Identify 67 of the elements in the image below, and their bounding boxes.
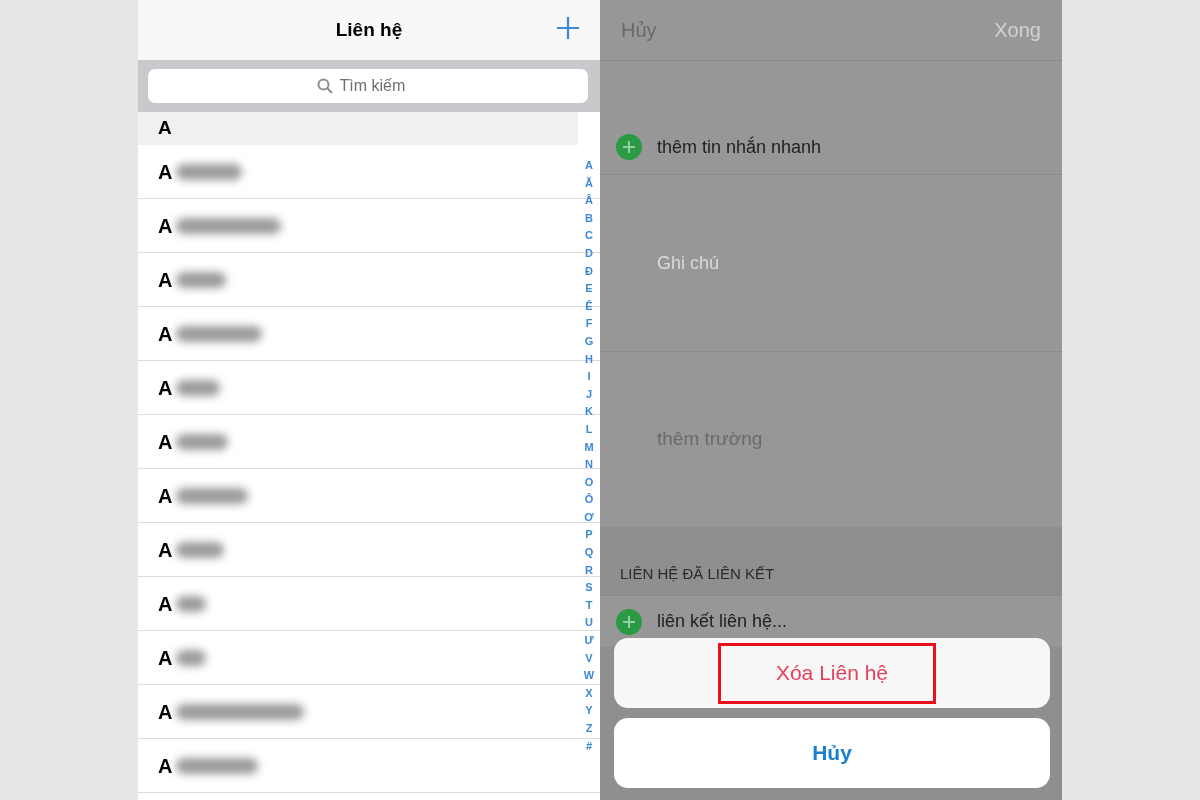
index-letter[interactable]: P <box>585 526 593 545</box>
delete-contact-button[interactable]: Xóa Liên hệ <box>775 657 889 689</box>
index-letter[interactable]: T <box>585 596 593 615</box>
index-letter[interactable]: Ê <box>585 297 593 316</box>
add-icon[interactable] <box>616 134 642 160</box>
contact-initial: A <box>158 645 173 671</box>
section-header: A <box>158 116 172 141</box>
index-letter[interactable]: Ơ <box>584 508 594 527</box>
search-icon <box>316 78 333 94</box>
notes-field[interactable]: Ghi chú <box>657 249 957 277</box>
add-quick-message[interactable]: thêm tin nhắn nhanh <box>657 133 822 161</box>
add-icon[interactable] <box>556 16 580 40</box>
index-letter[interactable]: Ă <box>585 174 593 193</box>
index-letter[interactable]: D <box>585 244 593 263</box>
contact-initial: A <box>158 591 173 617</box>
contact-initial: A <box>158 321 173 347</box>
contact-initial: A <box>158 429 173 455</box>
index-letter[interactable]: E <box>585 280 593 298</box>
index-letter[interactable]: G <box>584 332 594 351</box>
blurred-name <box>176 595 207 612</box>
index-letter[interactable]: J <box>585 385 593 404</box>
contact-initial: A <box>158 483 173 509</box>
index-letter[interactable]: N <box>585 456 593 474</box>
index-letter[interactable]: X <box>585 684 593 703</box>
index-letter[interactable]: A <box>585 157 593 175</box>
blurred-name <box>176 541 225 558</box>
contact-initial: A <box>158 537 173 563</box>
index-letter[interactable]: K <box>585 403 593 421</box>
screen-title: Liên hệ <box>335 17 403 42</box>
index-letter[interactable]: L <box>585 420 593 439</box>
blurred-name <box>176 649 207 666</box>
blurred-name <box>176 163 243 180</box>
done-button[interactable]: Xong <box>994 15 1041 45</box>
index-letter[interactable]: W <box>583 667 595 685</box>
index-letter[interactable]: Ô <box>584 491 594 509</box>
add-icon[interactable] <box>616 608 642 635</box>
index-letter[interactable]: R <box>585 561 593 580</box>
index-letter[interactable]: O <box>584 473 594 492</box>
index-letter[interactable]: U <box>585 614 593 633</box>
cancel-button[interactable]: Hủy <box>614 718 1050 788</box>
blurred-name <box>176 271 227 288</box>
index-letter[interactable]: # <box>585 737 593 756</box>
contact-initial: A <box>158 753 173 779</box>
index-letter[interactable]: H <box>585 350 593 369</box>
index-letter[interactable]: V <box>585 649 593 668</box>
link-contact[interactable]: liên kết liên hệ... <box>657 608 788 635</box>
index-letter[interactable]: F <box>585 315 593 333</box>
index-letter[interactable]: Y <box>585 702 593 720</box>
index-letter[interactable]: Z <box>585 720 593 738</box>
index-letter[interactable]: Ư <box>584 632 594 650</box>
blurred-name <box>176 379 221 396</box>
blurred-name <box>176 433 229 450</box>
index-letter[interactable]: I <box>587 368 591 386</box>
index-letter[interactable]: B <box>585 209 593 228</box>
index-letter[interactable]: Đ <box>585 262 593 281</box>
contact-initial: A <box>158 699 173 725</box>
index-letter[interactable]: Q <box>584 544 594 562</box>
section-header: LIÊN HỆ ĐÃ LIÊN KẾT <box>620 563 775 584</box>
index-letter[interactable]: S <box>585 579 593 597</box>
index-letter[interactable]: C <box>585 227 593 245</box>
contact-initial: A <box>158 375 173 401</box>
index-letter[interactable]: Â <box>585 192 593 210</box>
index-letter[interactable]: M <box>584 438 594 457</box>
contact-initial: A <box>158 213 173 239</box>
contact-initial: A <box>158 159 173 185</box>
search-field[interactable]: Tìm kiếm <box>339 74 420 98</box>
contact-initial: A <box>158 267 173 293</box>
